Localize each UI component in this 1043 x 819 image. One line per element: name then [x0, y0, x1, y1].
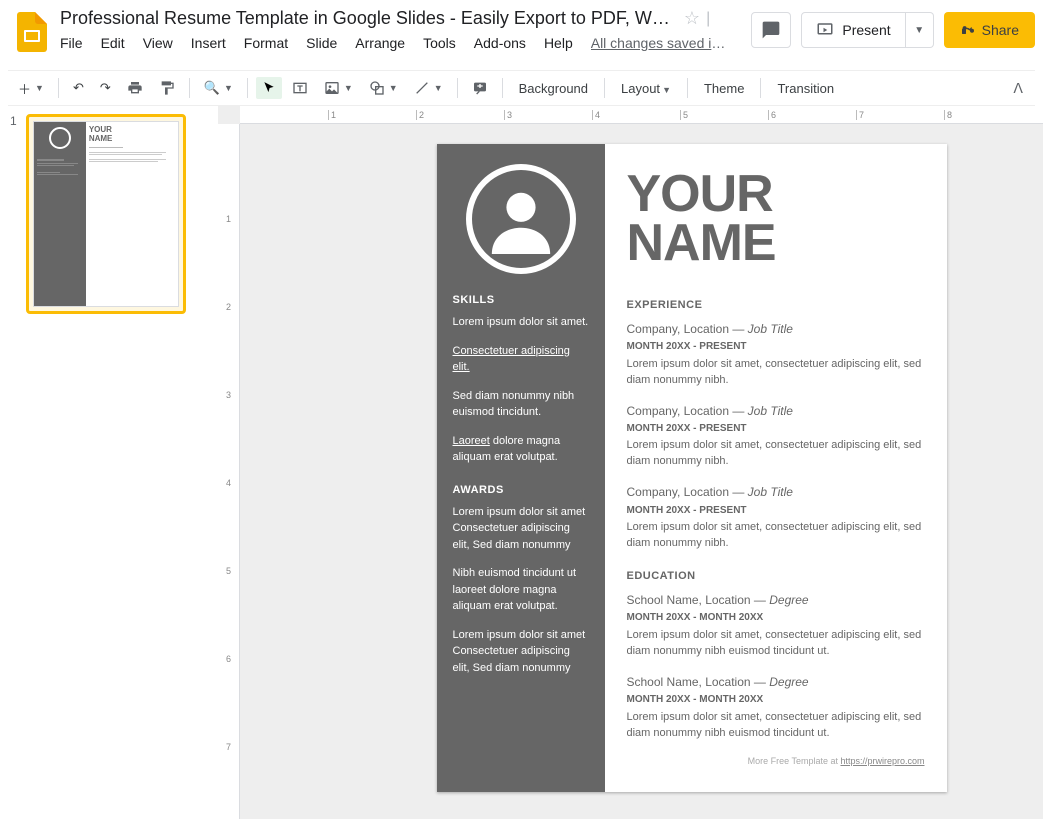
- avatar-placeholder-icon[interactable]: [466, 164, 576, 274]
- toolbar: ＋▼ ↶ ↷ 🔍▼ ▼ ▼ ▼ Background Layout▼ Theme…: [8, 70, 1035, 106]
- background-button[interactable]: Background: [511, 77, 596, 100]
- title-separator: |: [706, 10, 710, 28]
- menu-slide[interactable]: Slide: [306, 35, 337, 51]
- edu-entry[interactable]: School Name, Location — Degree MONTH 20X…: [627, 592, 925, 660]
- menu-tools[interactable]: Tools: [423, 35, 456, 51]
- menu-insert[interactable]: Insert: [191, 35, 226, 51]
- redo-button[interactable]: ↷: [94, 76, 117, 100]
- separator: [760, 78, 761, 98]
- star-icon[interactable]: ☆: [684, 8, 700, 29]
- skills-item[interactable]: Lorem ipsum dolor sit amet.: [453, 314, 589, 331]
- slide-thumbnail[interactable]: YOURNAME: [26, 114, 186, 314]
- separator: [687, 78, 688, 98]
- slides-logo-icon[interactable]: [12, 12, 52, 52]
- share-button[interactable]: Share: [944, 12, 1035, 48]
- ruler-horizontal: 12345678: [240, 106, 1043, 124]
- select-tool[interactable]: [256, 77, 282, 99]
- menu-arrange[interactable]: Arrange: [355, 35, 405, 51]
- footer-link[interactable]: More Free Template at https://prwirepro.…: [627, 756, 925, 766]
- awards-item[interactable]: Lorem ipsum dolor sit amet Consectetuer …: [453, 504, 589, 554]
- menu-edit[interactable]: Edit: [101, 35, 125, 51]
- save-state[interactable]: All changes saved in …: [591, 35, 731, 51]
- resume-main[interactable]: YOURNAME EXPERIENCE Company, Location — …: [605, 144, 947, 792]
- awards-heading[interactable]: AWARDS: [453, 484, 589, 496]
- present-label: Present: [842, 22, 890, 38]
- collapse-toolbar-icon[interactable]: ᐱ: [1005, 76, 1031, 101]
- undo-button[interactable]: ↶: [67, 76, 90, 100]
- thumb-number: 1: [10, 114, 20, 314]
- separator: [189, 78, 190, 98]
- present-button[interactable]: Present: [801, 12, 905, 48]
- edu-entry[interactable]: School Name, Location — Degree MONTH 20X…: [627, 674, 925, 742]
- zoom-button[interactable]: 🔍▼: [198, 76, 239, 100]
- awards-item[interactable]: Lorem ipsum dolor sit amet Consectetuer …: [453, 627, 589, 677]
- menu-file[interactable]: File: [60, 35, 83, 51]
- present-dropdown[interactable]: ▼: [906, 12, 934, 48]
- experience-heading[interactable]: EXPERIENCE: [627, 299, 925, 311]
- separator: [457, 78, 458, 98]
- print-button[interactable]: [121, 76, 149, 100]
- job-entry[interactable]: Company, Location — Job Title MONTH 20XX…: [627, 321, 925, 389]
- separator: [604, 78, 605, 98]
- filmstrip[interactable]: 1 YOURNAME: [0, 106, 218, 819]
- menu-format[interactable]: Format: [244, 35, 288, 51]
- comments-button[interactable]: [751, 12, 791, 48]
- menu-addons[interactable]: Add-ons: [474, 35, 526, 51]
- theme-button[interactable]: Theme: [696, 77, 752, 100]
- job-entry[interactable]: Company, Location — Job Title MONTH 20XX…: [627, 403, 925, 471]
- shape-tool[interactable]: ▼: [363, 76, 404, 100]
- slide-canvas[interactable]: SKILLS Lorem ipsum dolor sit amet. Conse…: [437, 144, 947, 792]
- menu-view[interactable]: View: [143, 35, 173, 51]
- menu-help[interactable]: Help: [544, 35, 573, 51]
- share-label: Share: [982, 22, 1019, 38]
- name-heading[interactable]: YOURNAME: [627, 170, 925, 269]
- education-heading[interactable]: EDUCATION: [627, 570, 925, 582]
- menu-bar: File Edit View Insert Format Slide Arran…: [60, 35, 751, 51]
- skills-item[interactable]: Laoreet dolore magna aliquam erat volutp…: [453, 433, 589, 466]
- line-tool[interactable]: ▼: [408, 76, 449, 100]
- resume-sidebar[interactable]: SKILLS Lorem ipsum dolor sit amet. Conse…: [437, 144, 605, 792]
- skills-item[interactable]: Consectetuer adipiscing elit.: [453, 343, 589, 376]
- comment-tool[interactable]: [466, 76, 494, 100]
- document-title[interactable]: Professional Resume Template in Google S…: [60, 8, 678, 29]
- skills-item[interactable]: Sed diam nonummy nibh euismod tincidunt.: [453, 388, 589, 421]
- textbox-tool[interactable]: [286, 76, 314, 100]
- awards-item[interactable]: Nibh euismod tincidunt ut laoreet dolore…: [453, 565, 589, 615]
- separator: [58, 78, 59, 98]
- separator: [247, 78, 248, 98]
- new-slide-button[interactable]: ＋▼: [12, 75, 50, 102]
- separator: [502, 78, 503, 98]
- layout-button[interactable]: Layout▼: [613, 77, 679, 100]
- job-entry[interactable]: Company, Location — Job Title MONTH 20XX…: [627, 484, 925, 552]
- image-tool[interactable]: ▼: [318, 76, 359, 100]
- ruler-vertical: 1234567: [218, 124, 240, 819]
- skills-heading[interactable]: SKILLS: [453, 294, 589, 306]
- paint-format-button[interactable]: [153, 76, 181, 100]
- transition-button[interactable]: Transition: [769, 77, 842, 100]
